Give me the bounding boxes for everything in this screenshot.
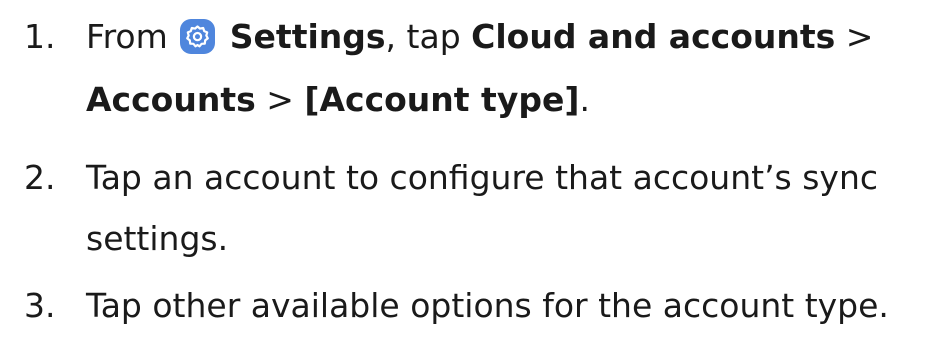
step-number: 1. <box>24 17 56 56</box>
account-type-label: [Account type] <box>304 80 580 119</box>
step-text-segment: . <box>579 80 590 119</box>
step-text: settings. <box>86 219 229 258</box>
step-text: Accounts > [Account type]. <box>86 70 590 130</box>
step-text-segment: , tap <box>385 17 472 56</box>
step-number: 2. <box>24 158 56 197</box>
settings-gear-icon <box>180 19 216 54</box>
instruction-steps: 1. From Settings, tap Cloud and accounts… <box>0 0 951 339</box>
step-text: From Settings, tap Cloud and accounts > <box>86 7 873 67</box>
step-text: Tap other available options for the acco… <box>86 286 889 325</box>
chevron-separator: > <box>835 17 874 56</box>
step-text: Tap an account to configure that account… <box>86 158 879 197</box>
step-number: 3. <box>24 286 56 325</box>
chevron-separator: > <box>255 80 305 119</box>
step-text-segment: From <box>86 17 168 56</box>
accounts-label: Accounts <box>86 80 256 119</box>
cloud-and-accounts-label: Cloud and accounts <box>471 17 836 56</box>
settings-label: Settings <box>229 17 386 56</box>
